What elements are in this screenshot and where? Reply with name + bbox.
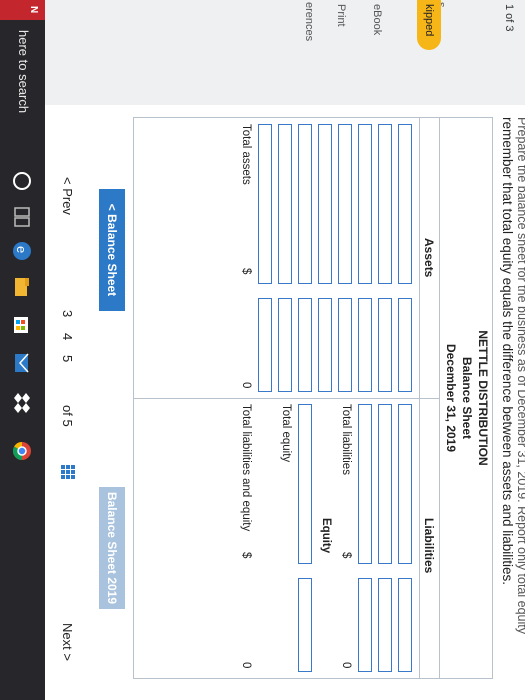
dropbox-icon[interactable]: [11, 392, 33, 414]
asset-amount-input[interactable]: [258, 298, 272, 392]
asset-amount-input[interactable]: [378, 298, 392, 392]
statement-title: Balance Sheet: [460, 356, 474, 440]
total-liabilities-value: 0: [340, 662, 352, 669]
total-liabilities-equity-value: 0: [240, 662, 252, 669]
edge-icon[interactable]: e: [11, 240, 33, 262]
equity-amount-input[interactable]: [298, 578, 312, 672]
page-link-3[interactable]: 3: [60, 310, 75, 317]
liabilities-header: Liabilities: [422, 518, 436, 574]
tab-balance-sheet-2018[interactable]: < Balance Sheet 2018: [79, 189, 125, 311]
total-assets-value: 0: [240, 382, 252, 389]
asset-name-input[interactable]: [378, 124, 392, 284]
taskbar: N here to search e: [0, 0, 45, 700]
instruction-text: remember that total equity equals the di…: [500, 117, 515, 586]
mail-icon[interactable]: [11, 352, 33, 374]
asset-name-input[interactable]: [358, 124, 372, 284]
assets-header: Assets: [422, 238, 436, 278]
page-link-4[interactable]: 4: [60, 333, 75, 340]
page-link-5[interactable]: 5: [60, 355, 75, 362]
total-assets-label: Total assets: [240, 124, 252, 185]
tab-balance-sheet-2019[interactable]: Balance Sheet 2019 >: [79, 487, 125, 609]
total-liabilities-equity-currency: $: [240, 552, 252, 559]
main-content: Prepare the balance sheet for the busine…: [45, 105, 525, 700]
file-explorer-icon[interactable]: [11, 276, 33, 298]
asset-amount-input[interactable]: [298, 298, 312, 392]
instruction-cut-line: Prepare the balance sheet for the busine…: [515, 117, 525, 634]
page-total: of 5: [60, 405, 75, 427]
statement-date: December 31, 2019: [444, 343, 458, 453]
column-divider: [134, 398, 440, 399]
svg-text:e: e: [14, 246, 29, 253]
asset-name-input[interactable]: [398, 124, 412, 284]
liability-name-input[interactable]: [398, 404, 412, 564]
ebook-link[interactable]: eBook: [371, 4, 383, 35]
screen: 1 of 3 s kipped eBook Print erences Prep…: [0, 0, 525, 700]
asset-name-input[interactable]: [258, 124, 272, 284]
asset-name-input[interactable]: [338, 124, 352, 284]
company-name: NETTLE DISTRIBUTION: [476, 330, 490, 466]
cortana-icon[interactable]: [11, 170, 33, 192]
asset-amount-input[interactable]: [358, 298, 372, 392]
asset-name-input[interactable]: [278, 124, 292, 284]
total-liabilities-label: Total liabilities: [340, 404, 352, 475]
start-label: N: [28, 6, 39, 14]
skipped-badge[interactable]: kipped: [417, 0, 441, 50]
liability-amount-input[interactable]: [378, 578, 392, 672]
liability-amount-input[interactable]: [398, 578, 412, 672]
asset-amount-input[interactable]: [338, 298, 352, 392]
total-assets-currency: $: [240, 268, 252, 275]
taskbar-search[interactable]: here to search: [16, 30, 31, 113]
liability-name-input[interactable]: [358, 404, 372, 564]
liability-name-input[interactable]: [378, 404, 392, 564]
print-link[interactable]: Print: [335, 4, 347, 27]
start-button[interactable]: N: [0, 0, 45, 20]
page-count: 1 of 3: [503, 4, 515, 32]
pagination: < Prev 3 4 5 of 5 Next >: [49, 105, 85, 700]
references-link[interactable]: erences: [303, 2, 315, 41]
grid-icon[interactable]: [61, 465, 75, 479]
prev-link[interactable]: < Prev: [60, 177, 75, 215]
subheader-divider: [419, 118, 420, 678]
total-liabilities-equity-label: Total liabilities and equity: [240, 404, 252, 532]
equity-header: Equity: [320, 518, 332, 554]
sidebar: 1 of 3 s kipped eBook Print erences: [45, 0, 525, 106]
liability-amount-input[interactable]: [358, 578, 372, 672]
equity-name-input[interactable]: [298, 404, 312, 564]
chrome-icon[interactable]: [11, 440, 33, 462]
store-icon[interactable]: [11, 314, 33, 336]
total-equity-label: Total equity: [280, 404, 292, 463]
asset-amount-input[interactable]: [318, 298, 332, 392]
asset-amount-input[interactable]: [278, 298, 292, 392]
total-liabilities-currency: $: [340, 552, 352, 559]
statement-tabs: < Balance Sheet 2018 Balance Sheet 2019 …: [79, 117, 125, 677]
asset-name-input[interactable]: [318, 124, 332, 284]
asset-amount-input[interactable]: [398, 298, 412, 392]
next-link[interactable]: Next >: [60, 623, 75, 661]
balance-sheet-table: NETTLE DISTRIBUTION Balance Sheet Decemb…: [133, 117, 493, 679]
asset-name-input[interactable]: [298, 124, 312, 284]
task-view-icon[interactable]: [11, 206, 33, 228]
